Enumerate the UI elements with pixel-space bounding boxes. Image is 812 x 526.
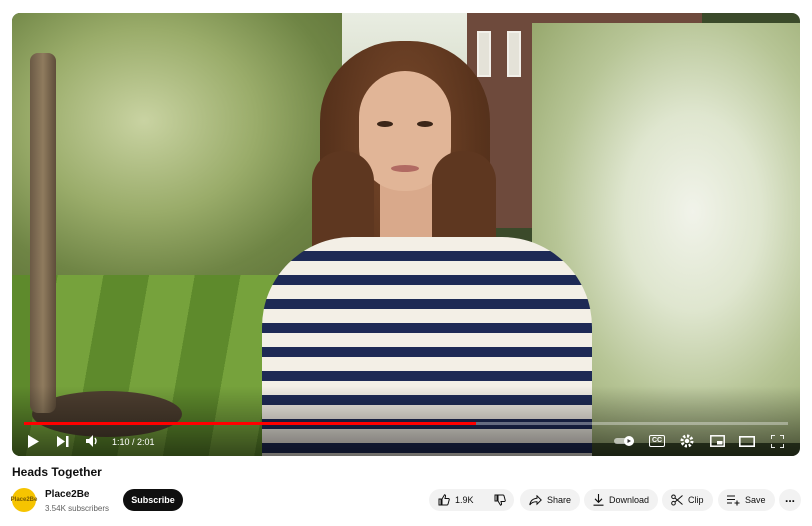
next-icon	[57, 435, 69, 447]
volume-button[interactable]	[85, 433, 99, 449]
thumbs-down-icon	[494, 494, 506, 506]
settings-button[interactable]	[679, 433, 695, 449]
like-count: 1.9K	[455, 495, 474, 505]
video-trunk	[30, 53, 56, 413]
dislike-button[interactable]	[494, 494, 506, 506]
progress-bar[interactable]	[24, 422, 788, 425]
autoplay-toggle-icon	[614, 436, 634, 446]
download-button[interactable]: Download	[584, 489, 659, 511]
subscriber-count: 3.54K subscribers	[45, 504, 110, 513]
share-button[interactable]: Share	[520, 489, 581, 511]
share-icon	[529, 494, 542, 505]
like-dislike-group: 1.9K	[429, 489, 514, 511]
volume-icon	[85, 435, 97, 447]
miniplayer-button[interactable]	[709, 433, 725, 449]
next-button[interactable]	[56, 433, 70, 449]
save-button[interactable]: Save	[718, 489, 775, 511]
save-playlist-icon	[727, 494, 740, 505]
captions-button[interactable]: CC	[648, 433, 666, 449]
clip-button[interactable]: Clip	[662, 489, 713, 511]
download-icon	[593, 494, 604, 506]
video-title: Heads Together	[12, 465, 102, 479]
settings-icon	[680, 434, 694, 448]
more-actions-button[interactable]: ...	[779, 489, 801, 511]
progress-fill	[24, 422, 477, 425]
autoplay-toggle[interactable]	[614, 433, 636, 449]
subscribe-button[interactable]: Subscribe	[123, 489, 183, 511]
channel-avatar[interactable]: Place2Be	[10, 488, 38, 512]
fullscreen-icon	[770, 434, 784, 448]
more-icon: ...	[784, 490, 795, 505]
cc-icon: CC	[648, 435, 666, 447]
scissors-icon	[671, 494, 683, 506]
theater-mode-button[interactable]	[739, 433, 755, 449]
download-label: Download	[609, 495, 650, 505]
miniplayer-icon	[709, 435, 725, 447]
theater-icon	[739, 435, 755, 447]
video-player[interactable]: 1:10 / 2:01 CC	[12, 13, 800, 456]
time-display: 1:10 / 2:01	[112, 437, 155, 447]
channel-name[interactable]: Place2Be	[45, 489, 89, 500]
share-label: Share	[547, 495, 572, 505]
avatar-logo-text: Place2Be	[10, 497, 38, 503]
fullscreen-button[interactable]	[769, 433, 785, 449]
thumbs-up-icon	[438, 494, 450, 506]
save-label: Save	[745, 495, 766, 505]
play-button[interactable]	[26, 433, 40, 449]
play-icon	[28, 434, 39, 448]
like-button[interactable]: 1.9K	[438, 494, 474, 506]
clip-label: Clip	[688, 495, 704, 505]
